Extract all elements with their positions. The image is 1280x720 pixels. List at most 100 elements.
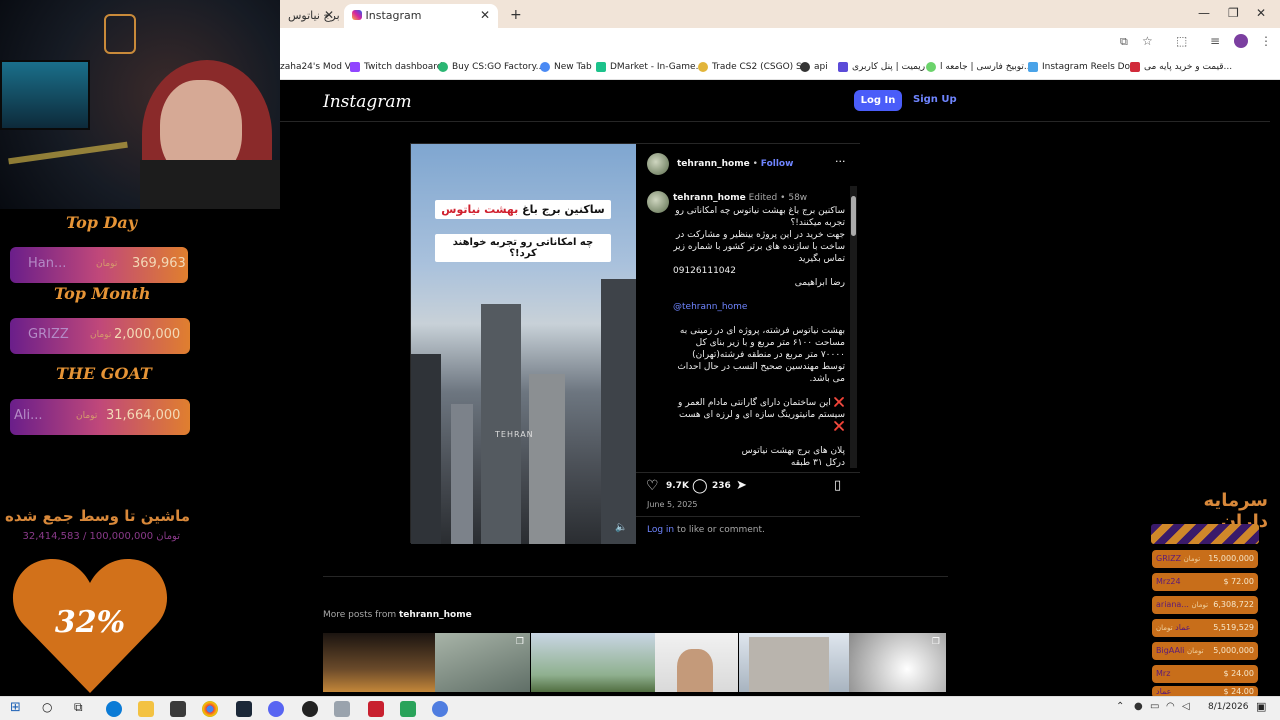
like-count: 9.7K bbox=[666, 481, 689, 491]
app-icon[interactable] bbox=[400, 701, 416, 717]
microphone-icon[interactable]: ● bbox=[1134, 701, 1143, 712]
store-icon[interactable] bbox=[170, 701, 186, 717]
bookmark[interactable]: New Tab bbox=[540, 62, 592, 72]
edge-icon[interactable] bbox=[106, 701, 122, 717]
goat-donor: Ali... تومان 31,664,000 bbox=[10, 399, 190, 435]
carousel-icon: ❐ bbox=[515, 637, 524, 647]
install-app-icon[interactable]: ⧉ bbox=[1120, 35, 1128, 49]
new-tab-button[interactable]: + bbox=[502, 2, 524, 26]
instagram-logo[interactable]: Instagram bbox=[323, 92, 412, 112]
instagram-header: Instagram Log In Sign Up bbox=[280, 80, 1270, 122]
media-controls-icon[interactable]: ≡ bbox=[1210, 34, 1220, 48]
investor-row: Mrz $ 24.00 bbox=[1152, 665, 1258, 683]
post-sidebar: tehrann_home • Follow ··· tehrann_home E… bbox=[636, 144, 860, 544]
twitch-icon bbox=[350, 62, 360, 72]
app-icon[interactable] bbox=[368, 701, 384, 717]
volume-icon[interactable]: ◁ bbox=[1182, 701, 1190, 712]
post-username[interactable]: tehrann_home bbox=[677, 159, 750, 169]
post-header: tehrann_home • Follow bbox=[677, 159, 794, 169]
notifications-icon[interactable]: ▣ bbox=[1256, 700, 1266, 713]
discord-icon[interactable] bbox=[268, 701, 284, 717]
chevron-up-icon[interactable]: ⌃ bbox=[1116, 701, 1124, 712]
login-button[interactable]: Log In bbox=[854, 90, 902, 111]
close-icon[interactable]: ✕ bbox=[324, 8, 334, 22]
investor-row: ariana... تومان 6,308,722 bbox=[1152, 596, 1258, 614]
caption-username[interactable]: tehrann_home bbox=[673, 193, 746, 203]
app-icon[interactable] bbox=[432, 701, 448, 717]
app-icon[interactable] bbox=[334, 701, 350, 717]
more-post-thumbnail[interactable] bbox=[531, 633, 738, 692]
bookmark[interactable]: api bbox=[800, 62, 828, 72]
goal-amount: 32,414,583 / 100,000,000 تومان bbox=[22, 531, 180, 542]
more-options-icon[interactable]: ··· bbox=[835, 155, 846, 168]
window-close-icon[interactable]: ✕ bbox=[1256, 6, 1266, 20]
post-image[interactable]: ساکنین برج باغ بهشت نیاتوس چه امکاناتی ر… bbox=[411, 144, 636, 544]
follow-button[interactable]: Follow bbox=[761, 159, 794, 169]
tab-instagram[interactable]: Instagram ✕ bbox=[344, 4, 498, 28]
close-icon[interactable]: ✕ bbox=[480, 8, 490, 22]
obs-icon[interactable] bbox=[302, 701, 318, 717]
star-icon[interactable]: ☆ bbox=[1142, 34, 1153, 48]
dmarket-icon bbox=[596, 62, 606, 72]
bookmark-icon[interactable]: ▯ bbox=[834, 478, 841, 493]
bookmark[interactable]: ریمیت | پنل کاربری bbox=[838, 62, 925, 72]
more-post-thumbnail[interactable]: ❐ bbox=[739, 633, 946, 692]
remit-icon bbox=[838, 62, 848, 72]
goat-label: THE GOAT bbox=[56, 364, 152, 383]
webcam-feed bbox=[0, 0, 280, 210]
minimize-icon[interactable]: — bbox=[1198, 6, 1210, 20]
top-day-label: Top Day bbox=[66, 213, 138, 232]
avatar[interactable] bbox=[647, 153, 669, 175]
avatar[interactable] bbox=[1234, 34, 1248, 48]
heart-icon[interactable]: ♡ bbox=[646, 478, 659, 494]
share-icon[interactable]: ➤ bbox=[736, 478, 747, 493]
windows-start-icon[interactable]: ⊞ bbox=[10, 700, 21, 715]
mention-link[interactable]: @tehrann_home bbox=[673, 301, 845, 313]
restore-icon[interactable]: ❐ bbox=[1228, 6, 1239, 20]
instagram-page: Instagram Log In Sign Up ساکنین برج باغ … bbox=[280, 80, 1270, 692]
post-caption: ساکنین برج باغ بهشت نیاتوس چه امکاناتی ر… bbox=[673, 206, 845, 467]
stream-donation-panel: Top Day Han... تومان 369,963 Top Month G… bbox=[0, 209, 280, 696]
task-view-icon[interactable]: ⧉ bbox=[74, 700, 83, 715]
post-card: ساکنین برج باغ بهشت نیاتوس چه امکاناتی ر… bbox=[410, 143, 860, 544]
carousel-icon: ❐ bbox=[931, 637, 940, 647]
bookmark[interactable]: Trade CS2 (CSGO) S... bbox=[698, 62, 810, 72]
more-posts-username[interactable]: tehrann_home bbox=[399, 610, 472, 620]
taskbar-date[interactable]: 8/1/2026 bbox=[1208, 702, 1248, 712]
goal-percent: 32% bbox=[54, 605, 126, 640]
signup-button[interactable]: Sign Up bbox=[913, 94, 957, 105]
factory-icon bbox=[438, 62, 448, 72]
steam-icon[interactable] bbox=[236, 701, 252, 717]
tab-niatos[interactable]: برج نیاتوس ✕ bbox=[280, 4, 342, 28]
bookmark[interactable]: قیمت و خرید پایه می... bbox=[1130, 62, 1232, 72]
top-month-label: Top Month bbox=[54, 284, 151, 303]
caption-scrollbar[interactable] bbox=[850, 186, 857, 468]
taskbar: ⊞ ○ ⧉ ⌃ ● ▭ ◠ ◁ 8/1/2026 ▣ bbox=[0, 696, 1280, 720]
investor-row: GRIZZ تومان 15,000,000 bbox=[1152, 550, 1258, 568]
chrome-icon[interactable] bbox=[202, 701, 218, 717]
comment-icon[interactable]: ◯ bbox=[692, 478, 708, 494]
more-post-thumbnail[interactable]: ❐ bbox=[323, 633, 530, 692]
extensions-icon[interactable]: ⬚ bbox=[1176, 34, 1187, 48]
menu-icon[interactable]: ⋮ bbox=[1260, 34, 1272, 48]
login-link[interactable]: Log in bbox=[647, 525, 674, 535]
instagram-favicon-icon bbox=[352, 10, 362, 20]
more-posts-heading: More posts from tehrann_home bbox=[323, 610, 472, 620]
bookmark[interactable]: توبیخ فارسی | جامعه ا... bbox=[926, 62, 1032, 72]
search-icon[interactable]: ○ bbox=[42, 700, 52, 714]
investor-row: BigAAli تومان 5,000,000 bbox=[1152, 642, 1258, 660]
bookmark[interactable]: Instagram Reels Do... bbox=[1028, 62, 1138, 72]
post-date: June 5, 2025 bbox=[647, 500, 698, 509]
community-icon bbox=[926, 62, 936, 72]
wifi-icon[interactable]: ◠ bbox=[1166, 701, 1175, 712]
avatar[interactable] bbox=[647, 191, 669, 213]
bookmark[interactable]: DMarket - In-Game... bbox=[596, 62, 704, 72]
bookmark[interactable]: Twitch dashboard bbox=[350, 62, 443, 72]
investors-progress-bar bbox=[1151, 524, 1259, 544]
bookmark[interactable]: zaha24's Mod V... bbox=[280, 62, 358, 72]
mute-icon[interactable]: 🔈 bbox=[615, 522, 627, 533]
file-explorer-icon[interactable] bbox=[138, 701, 154, 717]
post-watermark: TEHRAN bbox=[495, 430, 534, 439]
network-icon[interactable]: ▭ bbox=[1150, 701, 1159, 712]
bookmark[interactable]: Buy CS:GO Factory... bbox=[438, 62, 544, 72]
